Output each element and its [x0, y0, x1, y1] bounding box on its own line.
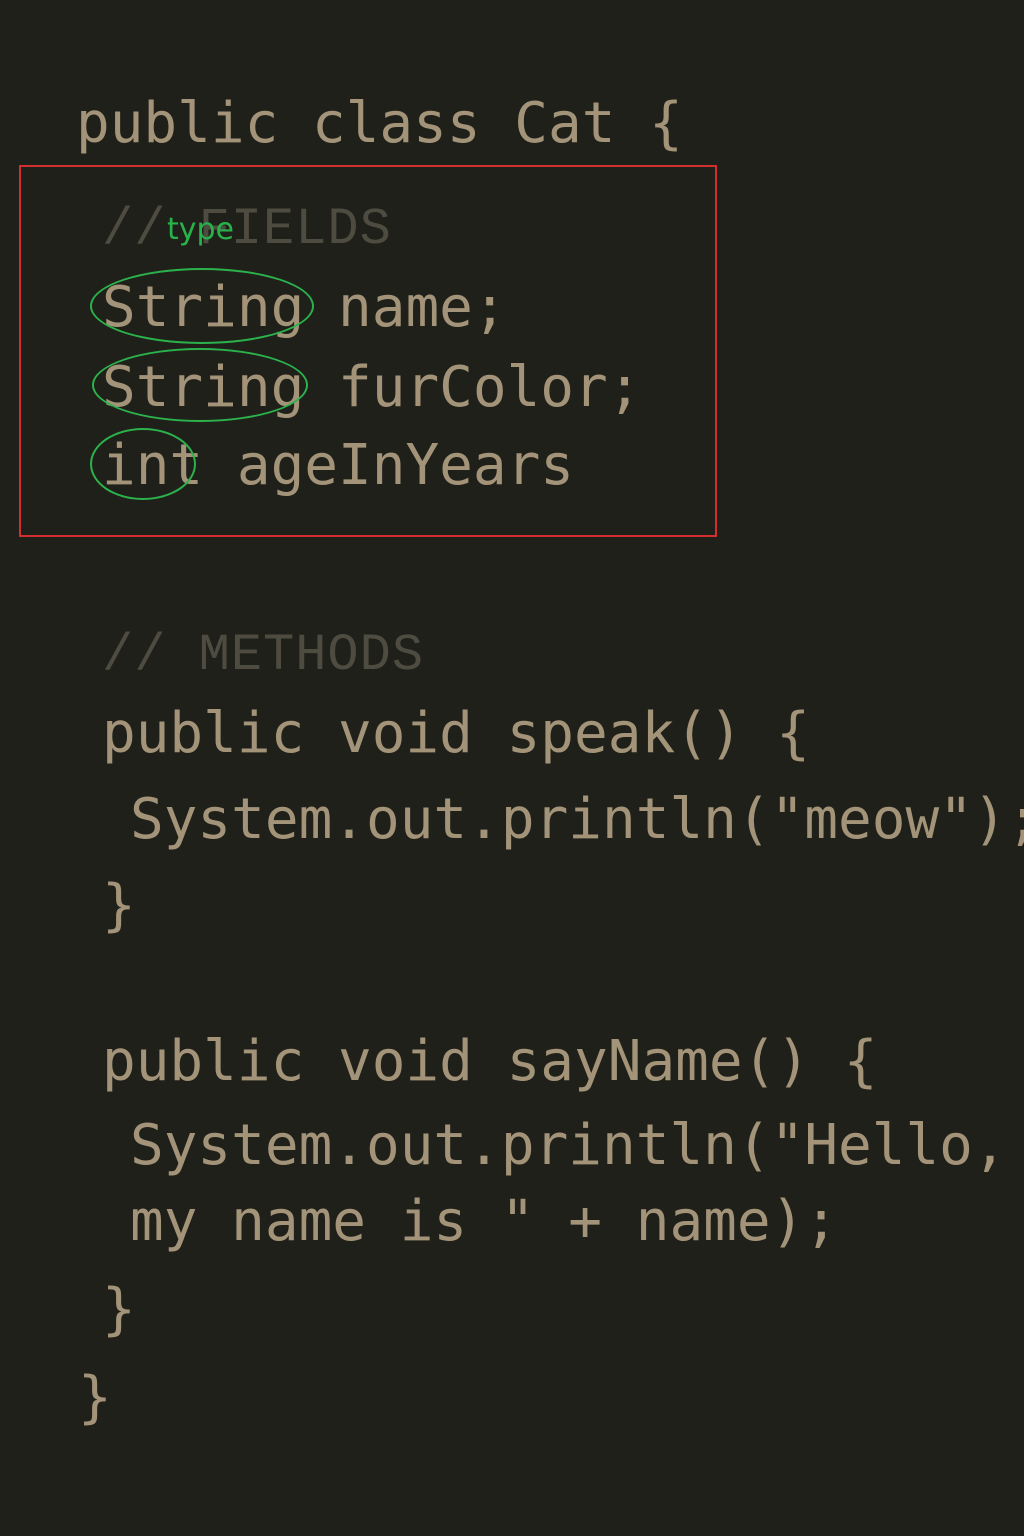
class-close: } — [78, 1365, 112, 1430]
sayname-method-signature: public void sayName() { — [102, 1029, 878, 1094]
field-age-declaration: ageInYears — [203, 433, 575, 498]
sayname-method-body-line-2: my name is " + name); — [130, 1189, 839, 1254]
type-oval-string-1 — [90, 268, 314, 344]
sayname-method-body-line-1: System.out.println("Hello, — [130, 1113, 1007, 1178]
methods-comment: // METHODS — [102, 626, 425, 685]
sayname-method-close: } — [102, 1277, 136, 1342]
type-annotation-label: type — [167, 212, 235, 247]
fields-comment: // FIELDS — [102, 200, 392, 259]
code-canvas: public class Cat { // FIELDS type String… — [0, 0, 1024, 1536]
type-oval-int — [90, 428, 196, 500]
class-declaration: public class Cat { — [76, 91, 683, 156]
speak-method-signature: public void speak() { — [102, 701, 811, 766]
type-oval-string-2 — [92, 348, 308, 422]
field-name-declaration: name; — [304, 275, 507, 340]
speak-method-close: } — [102, 873, 136, 938]
field-furcolor-declaration: furColor; — [304, 355, 642, 420]
speak-method-body: System.out.println("meow"); — [130, 787, 1024, 852]
